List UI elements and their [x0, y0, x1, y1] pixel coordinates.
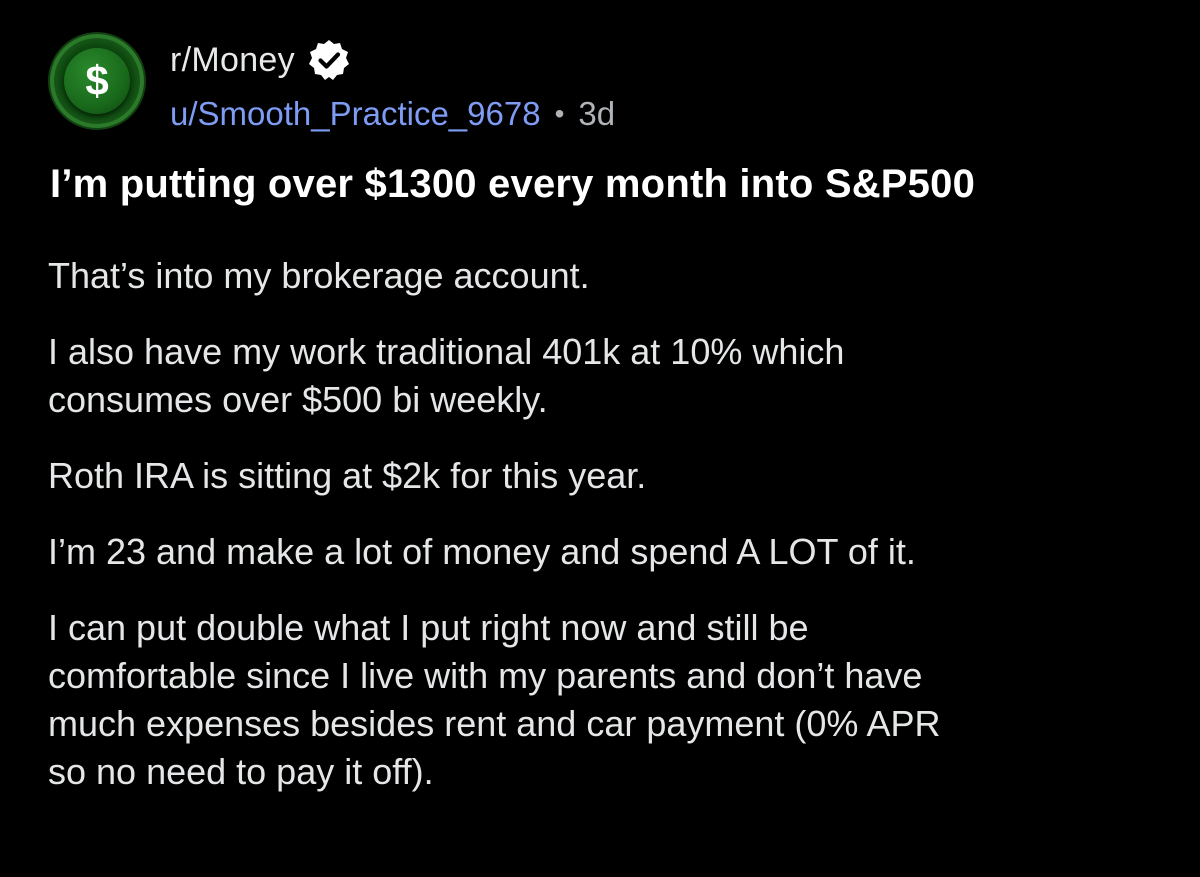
- subreddit-name[interactable]: r/Money: [170, 41, 295, 80]
- dollar-icon: $: [85, 57, 109, 104]
- body-paragraph: I also have my work traditional 401k at …: [48, 331, 845, 420]
- post-age: 3d: [578, 95, 616, 132]
- body-paragraph: I can put double what I put right now an…: [48, 607, 941, 792]
- meta-separator: •: [554, 98, 565, 129]
- verified-icon: [308, 40, 349, 80]
- subreddit-avatar[interactable]: $: [50, 34, 144, 128]
- body-paragraph: Roth IRA is sitting at $2k for this year…: [48, 455, 647, 496]
- post-header: $ r/Money u/Smooth_Practice_9678 • 3d: [50, 30, 1150, 132]
- avatar-coin: $: [64, 48, 130, 114]
- subreddit-row: r/Money: [170, 38, 351, 82]
- author-username[interactable]: u/Smooth_Practice_9678: [170, 95, 541, 133]
- body-paragraph: That’s into my brokerage account.: [48, 255, 590, 296]
- body-paragraph: I’m 23 and make a lot of money and spend…: [48, 531, 916, 572]
- post-card: $ r/Money u/Smooth_Practice_9678 • 3d I’…: [0, 0, 1200, 877]
- author-row: u/Smooth_Practice_9678 • 3d: [170, 92, 615, 136]
- post-title[interactable]: I’m putting over $1300 every month into …: [50, 162, 975, 207]
- post-body: That’s into my brokerage account. I also…: [48, 252, 1158, 824]
